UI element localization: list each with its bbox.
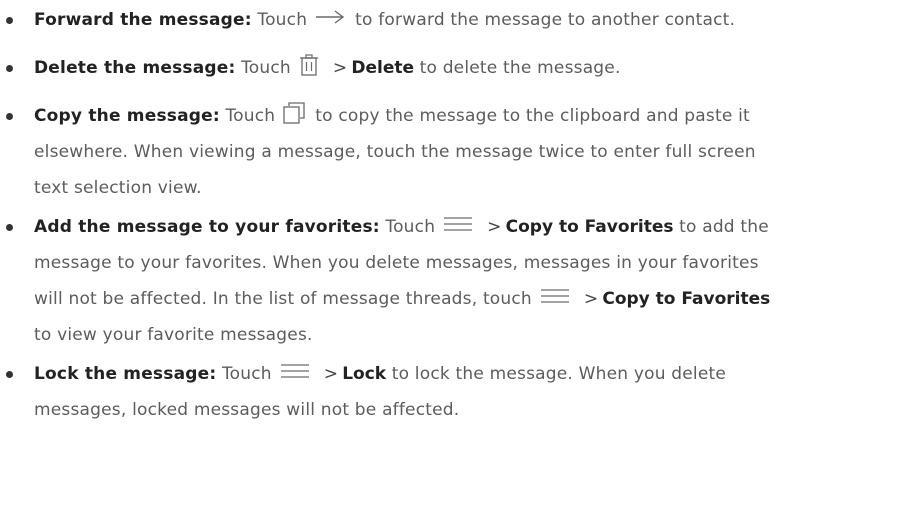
item-text: Add the message to your favorites: Touch…	[34, 209, 917, 353]
text-line: will not be affected. In the list of mes…	[34, 281, 917, 317]
menu-icon	[443, 216, 473, 232]
menu-icon	[540, 288, 570, 304]
copy-icon	[283, 102, 305, 124]
text-segment: Touch	[221, 364, 272, 384]
text-segment: Touch	[241, 58, 291, 78]
text-segment: to delete the message.	[419, 58, 621, 78]
text-line: messages, locked messages will not be af…	[34, 400, 460, 420]
text-line: Delete the message: Touch > Delete to dele…	[34, 50, 917, 86]
instruction-list: Forward the message: Touch to forward the…	[0, 0, 917, 522]
item-term: Forward the message:	[34, 10, 252, 30]
text-line: Copy the message: Touch to copy the messa…	[34, 98, 917, 134]
bullet	[6, 17, 13, 24]
text-segment: to add the	[679, 217, 769, 237]
text-segment: Touch	[225, 106, 276, 126]
text-segment: will not be affected. In the list of mes…	[34, 289, 532, 309]
item-term: Add the message to your favorites:	[34, 217, 380, 237]
text-segment: to lock the message. When you delete	[391, 364, 727, 384]
separator: >	[332, 58, 348, 78]
text-segment: Touch	[385, 217, 436, 237]
menu-icon	[280, 363, 310, 379]
item-term: Lock the message:	[34, 364, 217, 384]
item-text: Copy the message: Touch to copy the messa…	[34, 98, 917, 206]
text-segment: Touch	[257, 10, 308, 30]
text-line: message to your favorites. When you dele…	[34, 253, 759, 273]
text-line: text selection view.	[34, 178, 202, 198]
item-text: Lock the message: Touch > Lock to lock the…	[34, 356, 917, 428]
text-line: Lock the message: Touch > Lock to lock the…	[34, 356, 917, 392]
text-segment: to forward the message to another contac…	[355, 10, 736, 30]
ui-label: Lock	[342, 364, 387, 384]
text-line: to view your favorite messages.	[34, 325, 313, 345]
bullet	[6, 224, 13, 231]
text-line: elsewhere. When viewing a message, touch…	[34, 142, 756, 162]
item-text: Forward the message: Touch to forward the…	[34, 2, 917, 38]
trash-icon	[299, 54, 319, 76]
bullet	[6, 371, 13, 378]
ui-label: Delete	[351, 58, 415, 78]
ui-label: Copy to Favorites	[505, 217, 674, 237]
bullet	[6, 65, 13, 72]
separator: >	[583, 289, 599, 309]
arrow-right-icon	[315, 10, 345, 24]
separator: >	[487, 217, 502, 237]
item-term: Delete the message:	[34, 58, 236, 78]
text-segment: to copy the message to the clipboard and…	[315, 106, 750, 126]
item-text: Delete the message: Touch > Delete to dele…	[34, 50, 917, 86]
item-term: Copy the message:	[34, 106, 220, 126]
text-line: Add the message to your favorites: Touch…	[34, 209, 917, 245]
text-line: Forward the message: Touch to forward the…	[34, 2, 917, 38]
separator: >	[323, 364, 339, 384]
bullet	[6, 113, 13, 120]
ui-label: Copy to Favorites	[602, 289, 771, 309]
